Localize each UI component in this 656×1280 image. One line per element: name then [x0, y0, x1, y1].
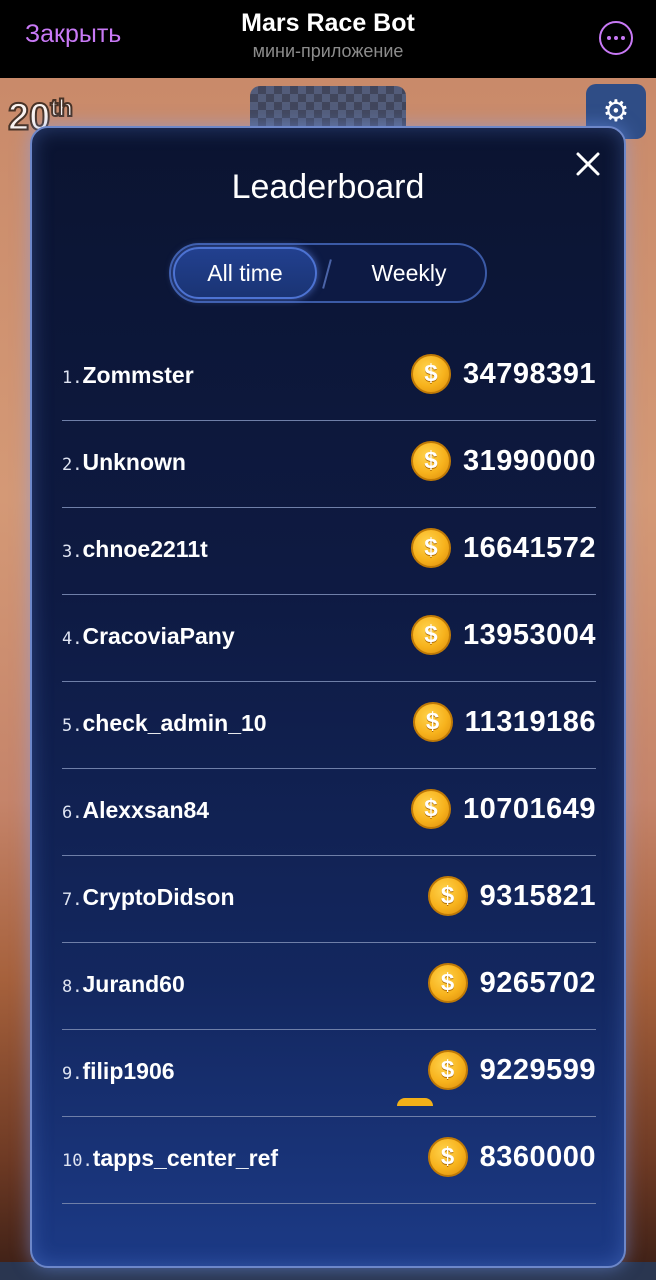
player-name-cell: 5.check_admin_10	[62, 710, 267, 737]
coin-icon: $	[427, 1050, 468, 1090]
player-rank: 7.	[62, 890, 83, 910]
coin-icon: $	[410, 789, 451, 829]
player-score-cell: $13953004	[410, 615, 596, 655]
player-score: 16641572	[462, 531, 596, 564]
player-name: check_admin_10	[82, 710, 267, 736]
tab-weekly[interactable]: Weekly	[331, 245, 487, 301]
player-rank: 9.	[62, 1064, 83, 1084]
player-rank: 5.	[62, 716, 83, 736]
coin-icon: $	[410, 441, 451, 481]
player-name-cell: 6.Alexxsan84	[62, 797, 209, 824]
leaderboard-row: 10.tapps_center_ref $8360000	[62, 1117, 596, 1204]
leaderboard-row: 1.Zommster $34798391	[62, 334, 596, 421]
leaderboard-row: 3.chnoe2211t $16641572	[62, 508, 596, 595]
player-rank: 2.	[62, 455, 83, 475]
coin-icon: $	[427, 963, 468, 1003]
player-name: Alexxsan84	[82, 797, 210, 823]
player-score-cell: $11319186	[412, 702, 596, 742]
more-icon[interactable]	[599, 21, 633, 55]
player-name: Zommster	[82, 362, 194, 388]
player-score-cell: $34798391	[410, 354, 596, 394]
player-score: 31990000	[462, 444, 596, 477]
leaderboard-list: 1.Zommster $34798391 2.Unknown $31990000 3.c…	[62, 334, 596, 1204]
player-name: chnoe2211t	[82, 536, 208, 562]
player-rank: 4.	[62, 629, 83, 649]
player-name: Unknown	[82, 449, 186, 475]
player-score: 9315821	[479, 879, 596, 912]
leaderboard-row: 6.Alexxsan84 $10701649	[62, 769, 596, 856]
coin-icon: $	[427, 876, 468, 916]
player-name: Jurand60	[82, 971, 185, 997]
player-name-cell: 4.CracoviaPany	[62, 623, 235, 650]
player-name: CryptoDidson	[82, 884, 235, 910]
player-name-cell: 2.Unknown	[62, 449, 186, 476]
player-rank: 3.	[62, 542, 83, 562]
coin-icon: $	[427, 1137, 468, 1177]
player-score: 11319186	[464, 705, 596, 738]
leaderboard-row: 9.filip1906 $9229599	[62, 1030, 596, 1117]
tab-all-time[interactable]: All time	[173, 247, 317, 299]
leaderboard-row: 5.check_admin_10 $11319186	[62, 682, 596, 769]
player-name-cell: 10.tapps_center_ref	[62, 1145, 278, 1172]
coin-icon: $	[410, 615, 451, 655]
player-rank: 10.	[62, 1151, 93, 1171]
player-score: 13953004	[462, 618, 596, 651]
player-score: 34798391	[462, 357, 596, 390]
player-score-cell: $9229599	[427, 1050, 596, 1090]
player-rank: 8.	[62, 977, 83, 997]
player-score: 9265702	[479, 966, 596, 999]
player-name: filip1906	[82, 1058, 175, 1084]
player-name-cell: 1.Zommster	[62, 362, 194, 389]
player-score-cell: $9315821	[427, 876, 596, 916]
coin-icon: $	[410, 528, 451, 568]
coin-icon: $	[410, 354, 451, 394]
app-title: Mars Race Bot	[241, 9, 415, 37]
leaderboard-title: Leaderboard	[231, 168, 425, 206]
period-tabs: All time Weekly	[169, 243, 487, 303]
coin-icon: $	[412, 702, 453, 742]
leaderboard-row: 4.CracoviaPany $13953004	[62, 595, 596, 682]
player-score: 8360000	[479, 1140, 596, 1173]
player-rank: 6.	[62, 803, 83, 823]
player-score-cell: $31990000	[410, 441, 596, 481]
leaderboard-row: 8.Jurand60 $9265702	[62, 943, 596, 1030]
leaderboard-modal: Leaderboard All time Weekly 1.Zommster $3…	[30, 126, 626, 1268]
player-score: 9229599	[479, 1053, 596, 1086]
player-name-cell: 3.chnoe2211t	[62, 536, 208, 563]
player-score-cell: $9265702	[427, 963, 596, 1003]
header-title-block: Mars Race Bot мини-приложение	[0, 9, 656, 63]
player-score: 10701649	[462, 792, 596, 825]
leaderboard-row: 7.CryptoDidson $9315821	[62, 856, 596, 943]
player-name-cell: 9.filip1906	[62, 1058, 175, 1085]
leaderboard-row: 2.Unknown $31990000	[62, 421, 596, 508]
app-subtitle: мини-приложение	[252, 41, 404, 61]
player-name: tapps_center_ref	[92, 1145, 279, 1171]
coin-icon	[397, 1098, 433, 1106]
player-rank: 1.	[62, 368, 83, 388]
player-score-cell: $8360000	[427, 1137, 596, 1177]
player-score-cell: $16641572	[410, 528, 596, 568]
player-name-cell: 7.CryptoDidson	[62, 884, 235, 911]
player-name-cell: 8.Jurand60	[62, 971, 185, 998]
player-score-cell: $10701649	[410, 789, 596, 829]
mini-app-header: Закрыть Mars Race Bot мини-приложение	[0, 0, 656, 78]
player-name: CracoviaPany	[82, 623, 235, 649]
